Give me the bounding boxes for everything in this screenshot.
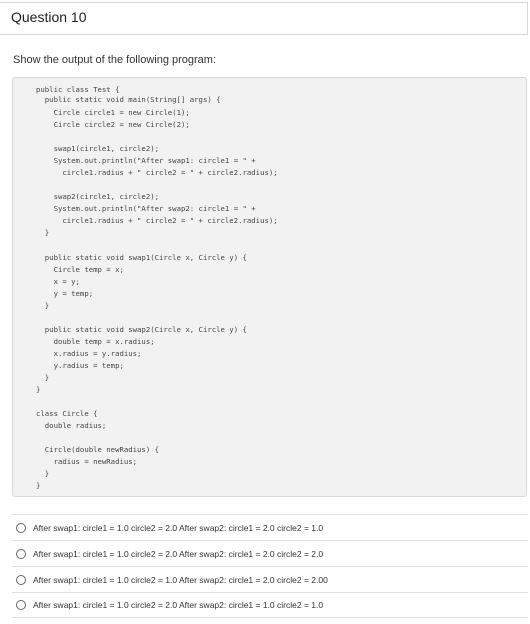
code-line: double temp = x.radius; [36, 337, 155, 346]
code-line: } [36, 373, 50, 382]
code-line: x.radius = y.radius; [36, 349, 142, 358]
code-line: y.radius = temp; [36, 361, 124, 370]
question-prompt: Show the output of the following program… [13, 54, 217, 66]
answer-option-label: After swap1: circle1 = 1.0 circle2 = 2.0… [33, 600, 324, 610]
code-line: System.out.println("After swap2: circle1… [36, 204, 256, 213]
code-line: } [36, 385, 41, 394]
code-line: circle1.radius + " circle2 = " + circle2… [36, 168, 278, 177]
radio-button[interactable] [16, 600, 26, 610]
code-line: public static void swap2(Circle x, Circl… [36, 325, 247, 334]
code-line: circle1.radius + " circle2 = " + circle2… [36, 216, 278, 225]
code-line: System.out.println("After swap1: circle1… [36, 156, 256, 165]
code-line: double radius; [36, 421, 107, 430]
answer-option-label: After swap1: circle1 = 1.0 circle2 = 2.0… [33, 548, 324, 559]
code-line: } [36, 469, 50, 478]
code-line: class Circle { [36, 409, 98, 418]
code-line: y = temp; [36, 289, 94, 298]
question-title: Question 10 [11, 9, 87, 25]
code-line: radius = newRadius; [36, 457, 138, 466]
code-line: public static void swap1(Circle x, Circl… [36, 253, 247, 262]
answer-option-3[interactable]: After swap1: circle1 = 1.0 circle2 = 1.0… [12, 566, 528, 592]
code-line: Circle circle2 = new Circle(2); [36, 120, 190, 129]
code-line: swap1(circle1, circle2); [36, 144, 160, 153]
answer-option-label: After swap1: circle1 = 1.0 circle2 = 1.0… [33, 574, 328, 585]
answer-option-4[interactable]: After swap1: circle1 = 1.0 circle2 = 2.0… [12, 592, 528, 618]
code-line: public static void main(String[] args) { [36, 95, 221, 104]
answer-options: After swap1: circle1 = 1.0 circle2 = 2.0… [12, 514, 528, 618]
code-line: } [36, 481, 41, 490]
radio-button[interactable] [16, 574, 26, 585]
code-line: } [36, 228, 50, 237]
question-header: Question 10 [0, 2, 528, 35]
code-line: x = y; [36, 277, 80, 286]
answer-option-label: After swap1: circle1 = 1.0 circle2 = 2.0… [33, 522, 324, 533]
code-block: public class Test { public static void m… [12, 77, 527, 497]
code-line: Circle(double newRadius) { [36, 445, 160, 454]
code-line: } [36, 301, 50, 310]
code-line: public class Test { [36, 85, 120, 94]
code-line: swap2(circle1, circle2); [36, 192, 160, 201]
code-line: Circle temp = x; [36, 265, 124, 274]
radio-button[interactable] [16, 548, 26, 559]
radio-button[interactable] [16, 522, 26, 533]
code-line: Circle circle1 = new Circle(1); [36, 108, 190, 117]
answer-option-1[interactable]: After swap1: circle1 = 1.0 circle2 = 2.0… [12, 514, 528, 540]
answer-option-2[interactable]: After swap1: circle1 = 1.0 circle2 = 2.0… [12, 540, 528, 566]
